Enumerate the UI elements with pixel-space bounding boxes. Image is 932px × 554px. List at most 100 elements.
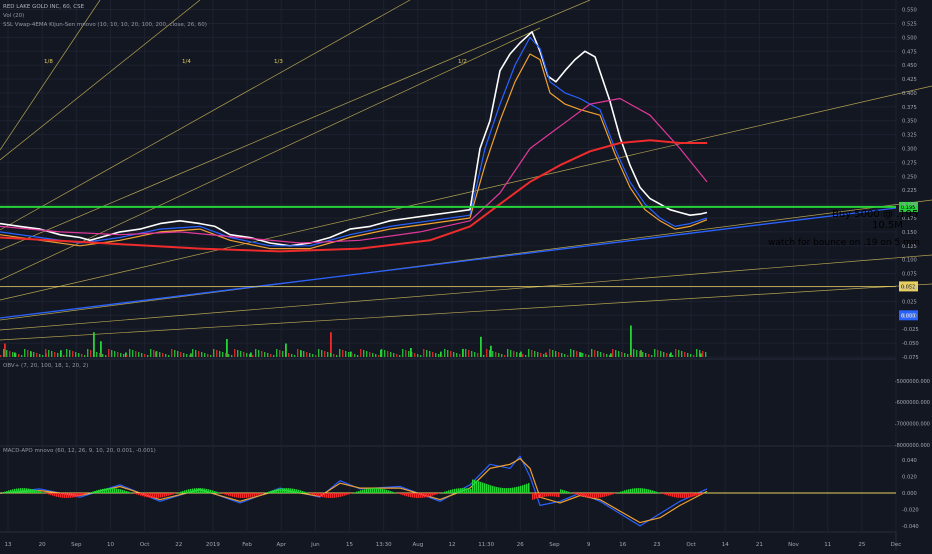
macd-histogram-bar bbox=[700, 493, 702, 494]
x-tick-label: 21 bbox=[756, 542, 763, 548]
volume-bar bbox=[291, 354, 292, 357]
macd-histogram-bar bbox=[604, 493, 606, 497]
macd-histogram-bar bbox=[410, 493, 412, 497]
macd-histogram-bar bbox=[224, 493, 226, 494]
volume-bar bbox=[192, 349, 193, 357]
volume-bar bbox=[339, 349, 340, 357]
macd-histogram-bar bbox=[242, 493, 244, 498]
volume-bar bbox=[630, 326, 632, 358]
macd-histogram-bar bbox=[384, 489, 386, 493]
macd-histogram-bar bbox=[102, 489, 104, 493]
macd-histogram-bar bbox=[280, 489, 282, 493]
macd-histogram-bar bbox=[378, 488, 380, 493]
volume-bar bbox=[690, 354, 691, 357]
macd-histogram-bar bbox=[610, 493, 612, 495]
ssl-legend[interactable]: SSL Vwap-4EMA Kijun-Sen mnovo (10, 10, 1… bbox=[3, 21, 207, 30]
volume-bar bbox=[555, 351, 556, 357]
macd-legend[interactable]: MACD-APO mnovo (60, 12, 26, 9, 10, 20, 0… bbox=[3, 447, 156, 456]
macd-tick-label: -0.020 bbox=[902, 507, 919, 513]
macd-histogram-bar bbox=[436, 493, 438, 494]
macd-histogram-bar bbox=[194, 488, 196, 493]
volume-bar bbox=[39, 354, 40, 357]
macd-histogram-bar bbox=[686, 493, 688, 498]
price-tick-label: 0.200 bbox=[902, 202, 917, 208]
volume-bar bbox=[507, 349, 508, 357]
volume-bar bbox=[159, 352, 160, 357]
macd-histogram-bar bbox=[414, 493, 416, 498]
volume-bar bbox=[129, 349, 130, 357]
volume-bar bbox=[204, 353, 205, 357]
macd-histogram-bar bbox=[374, 488, 376, 493]
macd-histogram-bar bbox=[566, 491, 568, 493]
macd-histogram-bar bbox=[222, 493, 224, 494]
macd-histogram-bar bbox=[140, 493, 142, 496]
macd-histogram-bar bbox=[538, 493, 540, 498]
chart-canvas[interactable]: 1/81/41/31/2 0.1950.0520.000 1320Sep10Oc… bbox=[0, 0, 932, 550]
macd-histogram-bar bbox=[148, 493, 150, 497]
volume-bar bbox=[441, 355, 442, 357]
volume-bar bbox=[54, 352, 55, 357]
macd-histogram-bar bbox=[152, 493, 154, 498]
macd-histogram-bar bbox=[128, 492, 130, 493]
volume-bar bbox=[447, 350, 448, 357]
macd-histogram-bar bbox=[200, 488, 202, 493]
macd-histogram-bar bbox=[596, 493, 598, 498]
volume-legend[interactable]: Vol (20) bbox=[3, 12, 24, 21]
macd-histogram-bar bbox=[696, 493, 698, 496]
macd-histogram-bar bbox=[334, 493, 336, 498]
volume-bar bbox=[462, 355, 463, 357]
macd-histogram-bar bbox=[644, 489, 646, 493]
macd-histogram-bar bbox=[522, 485, 524, 493]
volume-bar bbox=[417, 354, 418, 357]
macd-histogram-bar bbox=[294, 489, 296, 493]
volume-bar bbox=[543, 354, 544, 357]
macd-histogram-bar bbox=[542, 493, 544, 497]
macd-histogram-bar bbox=[272, 490, 274, 493]
macd-histogram-bar bbox=[510, 488, 512, 493]
volume-bar bbox=[303, 351, 304, 357]
macd-histogram-bar bbox=[124, 490, 126, 493]
x-tick-label: Dec bbox=[891, 542, 902, 548]
volume-bar bbox=[486, 349, 487, 357]
macd-histogram-bar bbox=[78, 493, 80, 496]
volume-bar bbox=[684, 352, 685, 357]
macd-histogram-bar bbox=[100, 489, 102, 493]
macd-histogram-bar bbox=[634, 488, 636, 493]
macd-histogram-bar bbox=[142, 493, 144, 496]
macd-histogram-bar bbox=[228, 493, 230, 496]
macd-histogram-bar bbox=[364, 489, 366, 493]
x-tick-label: 14 bbox=[722, 542, 729, 548]
volume-bar bbox=[696, 349, 697, 357]
volume-bar bbox=[255, 349, 256, 357]
volume-bar bbox=[150, 349, 151, 357]
macd-histogram-bar bbox=[302, 491, 304, 493]
macd-histogram-bar bbox=[236, 493, 238, 497]
volume-bar bbox=[267, 353, 268, 357]
x-tick-label: 9 bbox=[587, 542, 591, 548]
macd-histogram-bar bbox=[198, 488, 200, 493]
macd-histogram-bar bbox=[250, 493, 252, 497]
macd-histogram-bar bbox=[8, 490, 10, 493]
volume-bar bbox=[402, 349, 403, 357]
macd-histogram-bar bbox=[282, 488, 284, 493]
macd-histogram-bar bbox=[350, 493, 352, 494]
macd-histogram-bar bbox=[480, 482, 482, 493]
volume-bar bbox=[501, 354, 502, 357]
macd-histogram-bar bbox=[92, 492, 94, 493]
macd-histogram-bar bbox=[568, 492, 570, 493]
macd-histogram-bar bbox=[706, 492, 708, 493]
volume-bar bbox=[693, 355, 694, 357]
x-tick-label: 11 bbox=[824, 542, 831, 548]
macd-histogram-bar bbox=[30, 489, 32, 493]
volume-bar bbox=[63, 355, 64, 357]
macd-histogram-bar bbox=[312, 493, 314, 494]
price-tick-label: 0.150 bbox=[902, 230, 917, 236]
symbol-legend[interactable]: RED LAKE GOLD INC, 60, CSE bbox=[3, 3, 84, 12]
volume-bar bbox=[78, 353, 79, 357]
macd-histogram-bar bbox=[482, 483, 484, 493]
macd-histogram-bar bbox=[348, 493, 350, 494]
volume-bar bbox=[81, 354, 82, 357]
macd-histogram-bar bbox=[14, 489, 16, 493]
obv-legend[interactable]: OBV+ (7, 20, 100, 18, 1, 20, 2) bbox=[3, 362, 88, 371]
volume-bar bbox=[198, 351, 199, 357]
